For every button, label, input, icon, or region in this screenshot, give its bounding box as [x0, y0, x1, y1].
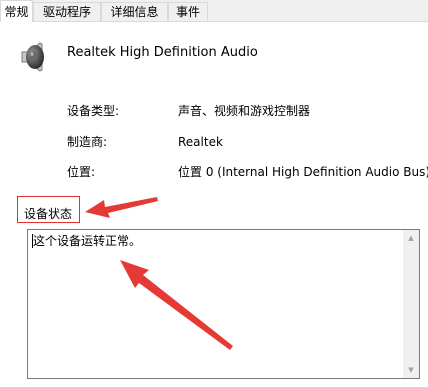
scroll-down-icon[interactable]: ▼	[403, 362, 419, 378]
annotation-arrow-1	[85, 197, 158, 218]
speaker-icon	[21, 42, 44, 72]
tab-bar: 常规 驱动程序 详细信息 事件	[0, 0, 428, 22]
manufacturer-value: Realtek	[178, 135, 223, 149]
tab-general-label: 常规	[4, 5, 29, 19]
device-name: Realtek High Definition Audio	[67, 45, 258, 60]
device-type-value: 声音、视频和游戏控制器	[178, 104, 311, 118]
location-value: 位置 0 (Internal High Definition Audio Bus…	[178, 165, 428, 179]
tab-events-label: 事件	[175, 5, 200, 19]
tab-details[interactable]: 详细信息	[101, 2, 168, 21]
manufacturer-label: 制造商:	[67, 135, 108, 149]
tab-divider	[0, 21, 428, 22]
status-scrollbar[interactable]: ▲ ▼	[403, 230, 419, 378]
annotation-highlight-box	[17, 196, 80, 223]
device-status-textbox[interactable]: 这个设备运转正常。 ▲ ▼	[27, 229, 420, 379]
tab-events[interactable]: 事件	[168, 2, 208, 21]
device-type-label: 设备类型:	[67, 104, 120, 118]
tab-driver-label: 驱动程序	[42, 5, 91, 19]
scroll-up-icon[interactable]: ▲	[403, 230, 419, 246]
tab-details-label: 详细信息	[110, 5, 159, 19]
device-status-text: 这个设备运转正常。	[33, 234, 142, 248]
tab-driver[interactable]: 驱动程序	[33, 2, 101, 21]
location-label: 位置:	[67, 165, 96, 179]
tab-general[interactable]: 常规	[0, 0, 33, 22]
